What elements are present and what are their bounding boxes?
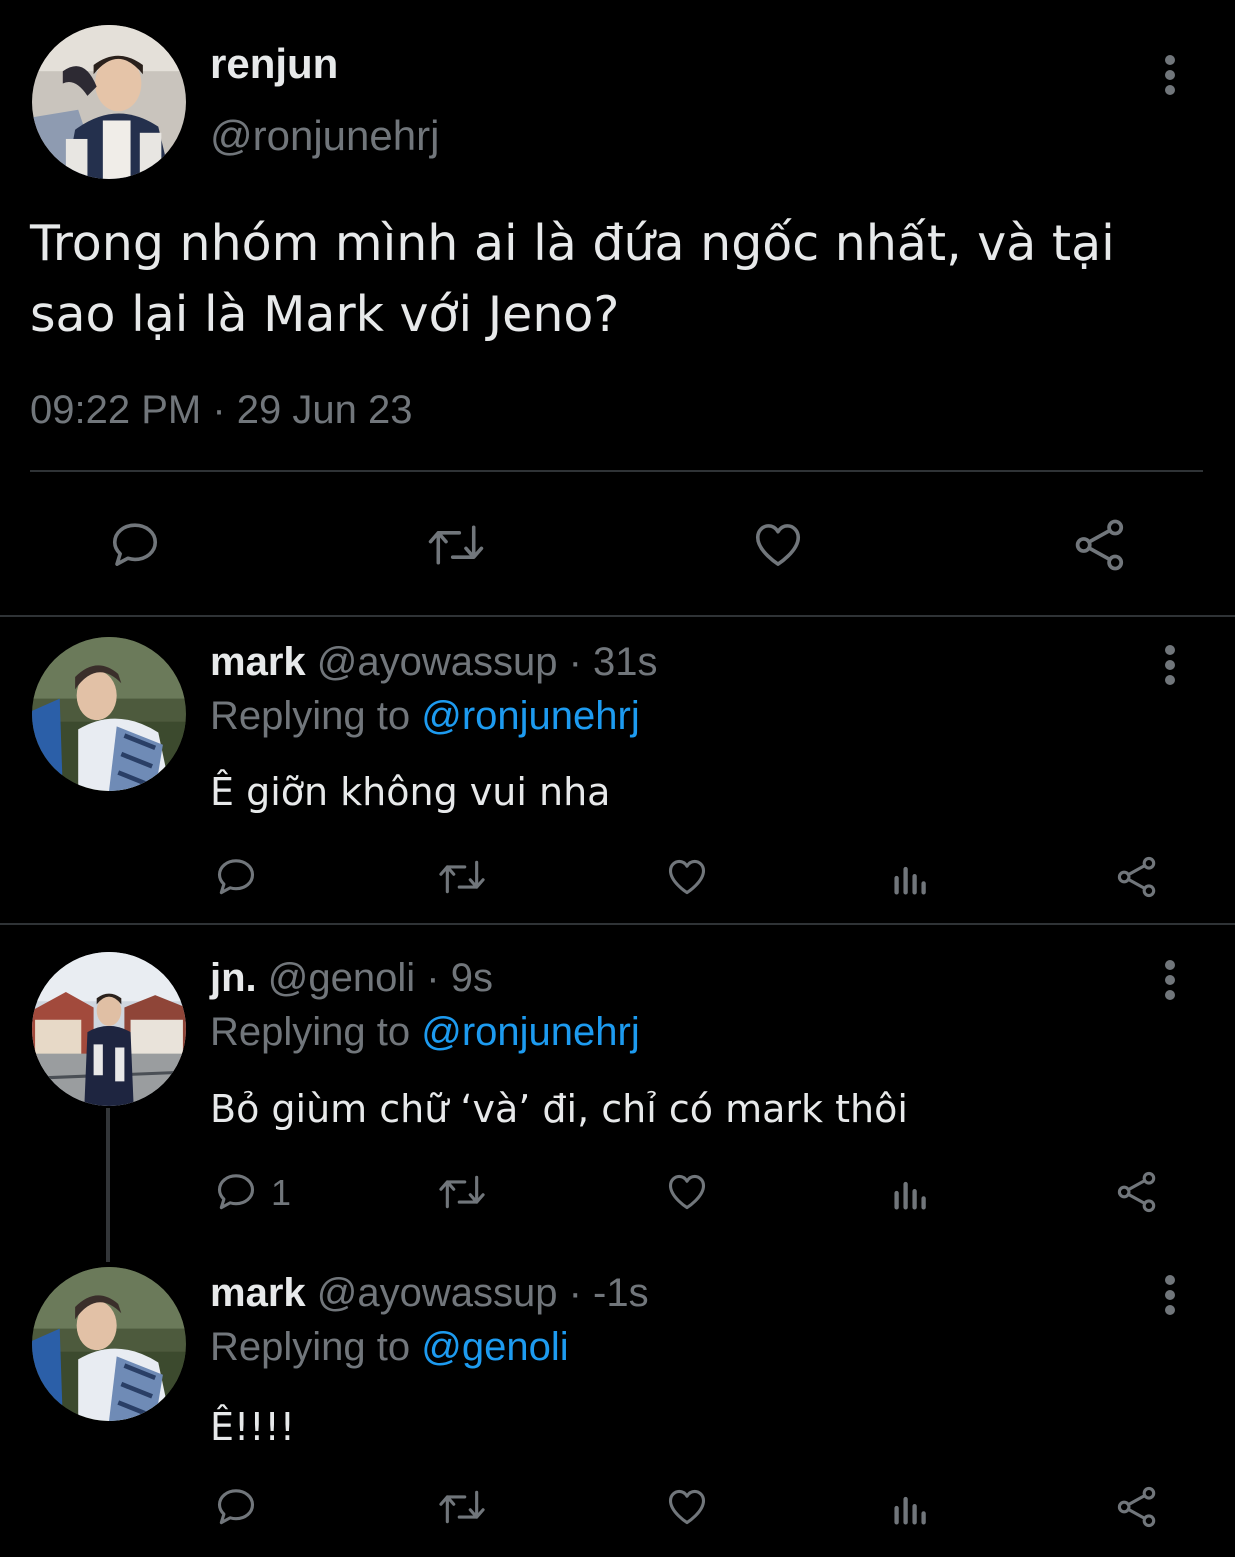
replying-to-handle[interactable]: @genoli	[421, 1325, 568, 1369]
retweet-icon[interactable]	[436, 1170, 488, 1214]
avatar-image	[32, 25, 186, 179]
author-handle[interactable]: @ronjunehrj	[210, 112, 439, 160]
reply-count: 1	[271, 1172, 292, 1213]
reply-icon[interactable]	[214, 855, 258, 899]
like-icon[interactable]	[664, 1170, 710, 1214]
author-display-name[interactable]: renjun	[210, 40, 338, 88]
avatar-image	[32, 1267, 186, 1421]
reply-handle[interactable]: @genoli	[268, 956, 415, 1000]
thread-line	[106, 1108, 110, 1262]
reply-time[interactable]: · 9s	[426, 956, 493, 1000]
retweet-icon[interactable]	[425, 518, 487, 572]
reply-handle[interactable]: @ayowassup	[317, 640, 558, 684]
tweet-text: Trong nhóm mình ai là đứa ngốc nhất, và …	[30, 215, 1115, 343]
reply-time[interactable]: · 31s	[569, 640, 658, 684]
share-icon[interactable]	[1072, 516, 1128, 574]
reply-text: Ê!!!!	[210, 1405, 295, 1449]
analytics-icon[interactable]	[892, 1490, 930, 1526]
reply-handle[interactable]: @ayowassup	[317, 1271, 558, 1315]
share-icon[interactable]	[1115, 1484, 1159, 1530]
share-icon[interactable]	[1115, 854, 1159, 900]
reply-text: Ê giỡn không vui nha	[210, 770, 611, 814]
avatar-image	[32, 637, 186, 791]
divider	[0, 923, 1235, 925]
reply-display-name[interactable]: mark	[210, 1271, 306, 1315]
replying-to-label: Replying to	[210, 694, 411, 738]
more-options-icon[interactable]	[1160, 960, 1180, 1000]
retweet-icon[interactable]	[436, 1485, 488, 1529]
share-icon[interactable]	[1115, 1169, 1159, 1215]
avatar-image	[32, 952, 186, 1106]
tweet-timestamp[interactable]: 09:22 PM · 29 Jun 23	[30, 388, 412, 433]
replying-to-handle[interactable]: @ronjunehrj	[421, 694, 640, 738]
more-options-icon[interactable]	[1160, 645, 1180, 685]
divider	[0, 615, 1235, 617]
author-avatar[interactable]	[32, 25, 186, 179]
reply-display-name[interactable]: mark	[210, 640, 306, 684]
divider	[30, 470, 1203, 472]
analytics-icon[interactable]	[892, 860, 930, 896]
replying-to-label: Replying to	[210, 1325, 411, 1369]
reply-display-name[interactable]: jn.	[210, 956, 257, 1000]
more-options-icon[interactable]	[1160, 1275, 1180, 1315]
reply-icon[interactable]	[214, 1170, 258, 1214]
retweet-icon[interactable]	[436, 855, 488, 899]
like-icon[interactable]	[750, 518, 806, 572]
replying-to-label: Replying to	[210, 1010, 411, 1054]
reply-avatar[interactable]	[32, 1267, 186, 1421]
like-icon[interactable]	[664, 1485, 710, 1529]
reply-avatar[interactable]	[32, 637, 186, 791]
like-icon[interactable]	[664, 855, 710, 899]
reply-icon[interactable]	[214, 1485, 258, 1529]
reply-text: Bỏ giùm chữ ‘và’ đi, chỉ có mark thôi	[210, 1087, 908, 1131]
more-options-icon[interactable]	[1160, 55, 1180, 95]
replying-to-handle[interactable]: @ronjunehrj	[421, 1010, 640, 1054]
reply-time[interactable]: · -1s	[569, 1271, 649, 1315]
reply-icon[interactable]	[108, 518, 162, 572]
reply-avatar[interactable]	[32, 952, 186, 1106]
analytics-icon[interactable]	[892, 1175, 930, 1211]
